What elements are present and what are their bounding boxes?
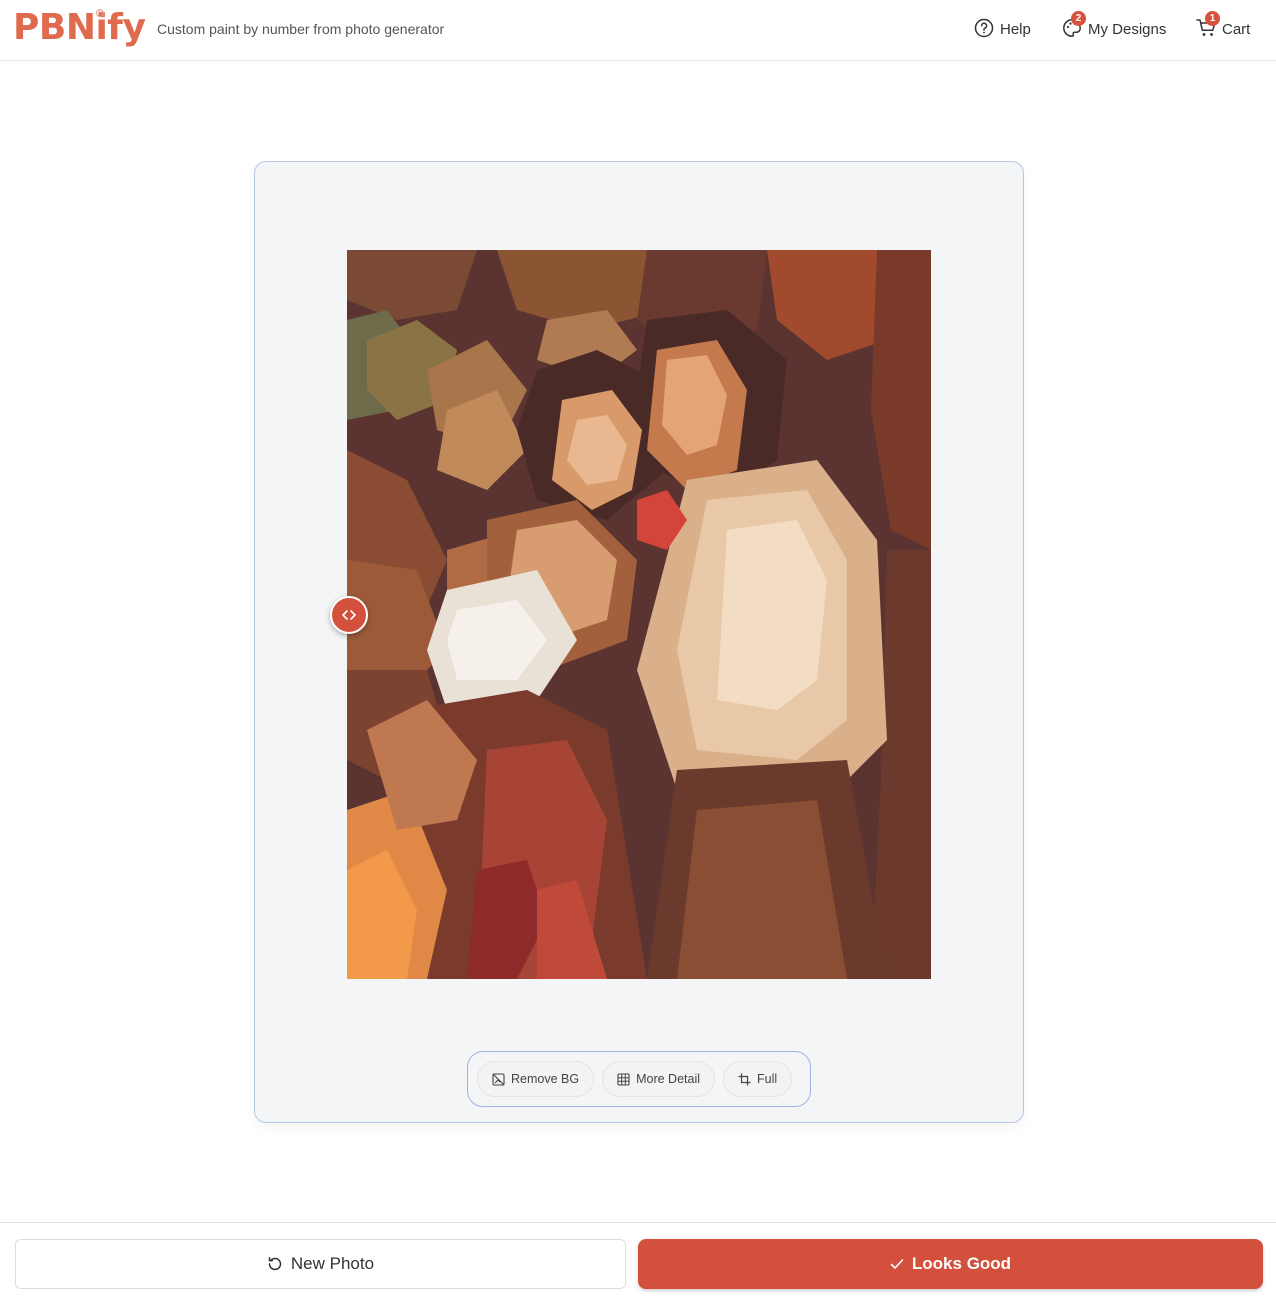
- cart-icon: 1: [1196, 11, 1220, 40]
- grid-icon: [617, 1072, 630, 1086]
- remove-bg-label: Remove BG: [511, 1072, 580, 1086]
- image-off-icon: [492, 1072, 505, 1086]
- nav-cart[interactable]: 1 Cart: [1196, 11, 1251, 44]
- looks-good-label: Looks Good: [911, 1254, 1012, 1273]
- preview-card: Remove BG More Detail Full: [254, 161, 1024, 1123]
- palette-icon: 2: [1062, 11, 1086, 40]
- crop-full-button[interactable]: Full: [723, 1061, 793, 1097]
- crop-icon: [738, 1073, 751, 1085]
- nav-designs-label: My Designs: [1088, 20, 1167, 38]
- nav-help[interactable]: Help: [974, 14, 1031, 44]
- looks-good-button[interactable]: Looks Good: [638, 1239, 1263, 1289]
- nav-cart-label: Cart: [1222, 20, 1251, 38]
- compare-slider-handle[interactable]: [330, 596, 368, 634]
- designs-count-badge: 2: [1071, 11, 1086, 26]
- nav-help-label: Help: [1000, 20, 1031, 38]
- new-photo-label: New Photo: [290, 1254, 375, 1273]
- more-detail-label: More Detail: [636, 1072, 701, 1086]
- question-circle-icon: [974, 18, 996, 40]
- bottom-action-bar: New Photo Looks Good: [0, 1222, 1276, 1296]
- paint-by-number-preview[interactable]: [347, 250, 931, 979]
- tagline: Custom paint by number from photo genera…: [157, 21, 445, 37]
- crop-full-label: Full: [757, 1072, 778, 1086]
- nav-my-designs[interactable]: 2 My Designs: [1062, 11, 1167, 44]
- new-photo-button[interactable]: New Photo: [15, 1239, 626, 1289]
- top-header: PBNify ® Custom paint by number from pho…: [0, 0, 1276, 61]
- rotate-ccw-icon: [268, 1257, 282, 1271]
- code-arrows-icon: [342, 610, 356, 620]
- check-icon: [890, 1259, 904, 1269]
- image-toolbar: Remove BG More Detail Full: [467, 1051, 811, 1107]
- cart-count-badge: 1: [1205, 11, 1220, 26]
- logo[interactable]: PBNify: [13, 6, 146, 50]
- remove-bg-button[interactable]: Remove BG: [477, 1061, 595, 1097]
- more-detail-button[interactable]: More Detail: [602, 1061, 716, 1097]
- registered-mark: ®: [96, 9, 104, 17]
